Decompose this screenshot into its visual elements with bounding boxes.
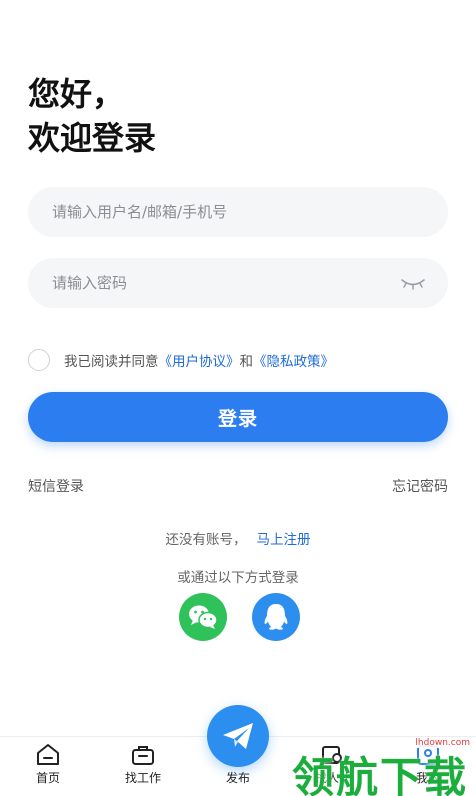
tab-jobs[interactable]: 找工作: [108, 737, 178, 796]
briefcase-icon: [132, 746, 154, 765]
qq-login-button[interactable]: [252, 593, 300, 641]
wechat-icon: [189, 605, 218, 629]
tab-jobs-label: 找工作: [124, 771, 161, 785]
tab-mine[interactable]: 我的: [393, 737, 463, 796]
tab-publish-label: 发布: [225, 771, 250, 785]
greeting-line-2: 欢迎登录: [28, 119, 157, 157]
qq-icon: [264, 604, 288, 630]
tab-home[interactable]: 首页: [13, 737, 83, 796]
username-input[interactable]: [52, 203, 382, 221]
register-row: 还没有账号， 马上注册: [0, 528, 476, 548]
agreement-and: 和: [239, 354, 254, 370]
paper-plane-icon: [223, 723, 253, 749]
eye-closed-icon[interactable]: [400, 274, 426, 292]
login-button[interactable]: 登录: [28, 392, 448, 442]
user-agreement-link[interactable]: 《用户协议》: [159, 350, 240, 370]
password-input[interactable]: [52, 274, 382, 292]
other-login-label: 或通过以下方式登录: [177, 570, 299, 586]
talent-search-icon: [322, 746, 344, 765]
greeting-line-1: 您好，: [28, 75, 125, 113]
forgot-password-link[interactable]: 忘记密码: [392, 476, 448, 496]
agreement-checkbox[interactable]: [28, 349, 50, 371]
agreement-row: 我已阅读并同意 《用户协议》 和 《隐私政策》: [28, 348, 334, 372]
sms-login-link[interactable]: 短信登录: [28, 476, 84, 496]
privacy-policy-link[interactable]: 《隐私政策》: [253, 350, 334, 370]
login-page: 您好， 欢迎登录 我已阅读并同意 《用户协议》 和 《隐私政策》 登录 短信登录…: [0, 0, 476, 796]
agreement-prefix: 我已阅读并同意: [64, 354, 159, 370]
wechat-login-button[interactable]: [179, 593, 227, 641]
tab-talent-label: 找人才: [314, 771, 351, 785]
register-link[interactable]: 马上注册: [257, 532, 311, 548]
tab-talent[interactable]: 找人才: [298, 737, 368, 796]
password-field-container: [28, 258, 448, 308]
tab-mine-label: 我的: [415, 771, 440, 785]
profile-icon: [417, 745, 439, 765]
greeting-title: 您好， 欢迎登录: [28, 72, 156, 160]
register-prompt: 还没有账号，: [165, 532, 247, 548]
publish-button[interactable]: [207, 705, 269, 767]
tab-home-label: 首页: [35, 771, 60, 785]
username-field-container: [28, 187, 448, 237]
home-icon: [37, 744, 59, 765]
